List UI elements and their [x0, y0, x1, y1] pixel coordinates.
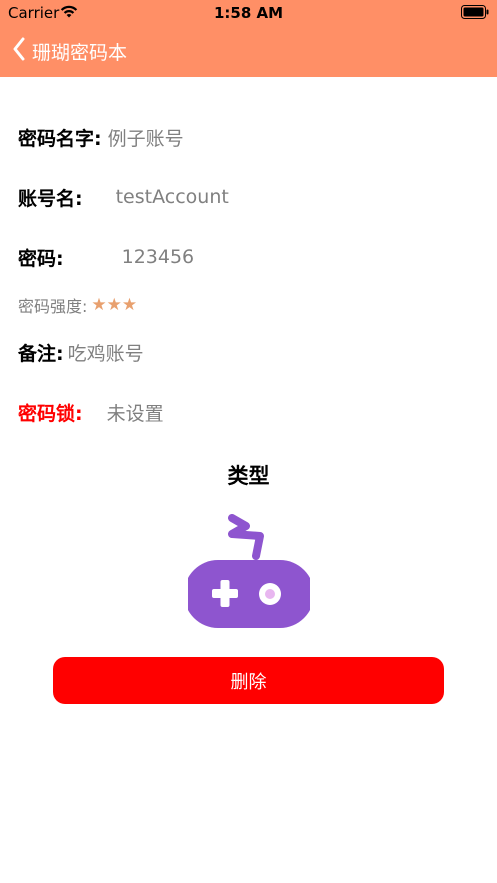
name-label: 密码名字: [18, 127, 102, 150]
type-title: 类型 [227, 464, 270, 488]
back-button[interactable]: 珊瑚密码本 [12, 36, 127, 66]
status-time: 1:58 AM [213, 4, 284, 22]
delete-button[interactable]: 删除 [53, 657, 444, 704]
lock-label: 密码锁: [18, 402, 83, 425]
password-label: 密码: [18, 247, 64, 270]
strength-stars: ★ ★ ★ [91, 294, 138, 315]
nav-bar: 珊瑚密码本 [0, 26, 497, 77]
password-value: 123456 [121, 246, 195, 268]
note-label: 备注: [18, 342, 64, 365]
star-icon: ★ [91, 294, 107, 315]
lock-row[interactable]: 密码锁: 未设置 [18, 397, 164, 427]
account-label: 账号名: [18, 187, 83, 210]
strength-row: 密码强度: ★ ★ ★ [18, 290, 137, 320]
note-value: 吃鸡账号 [67, 342, 144, 365]
battery-icon [461, 5, 489, 23]
lock-value: 未设置 [106, 402, 164, 425]
chevron-left-icon [12, 37, 26, 65]
status-bar: Carrier 1:58 AM [0, 0, 497, 26]
star-icon: ★ [121, 294, 138, 315]
password-row: 密码: 123456 [18, 242, 194, 272]
note-row: 备注: 吃鸡账号 [18, 337, 144, 367]
star-icon: ★ [106, 294, 122, 315]
gamepad-icon [184, 514, 314, 632]
name-row: 密码名字: 例子账号 [18, 122, 184, 152]
strength-label: 密码强度: [18, 297, 88, 316]
account-value: testAccount [115, 186, 229, 208]
account-row: 账号名: testAccount [18, 182, 229, 212]
back-title: 珊瑚密码本 [32, 41, 128, 64]
name-value: 例子账号 [107, 127, 184, 150]
